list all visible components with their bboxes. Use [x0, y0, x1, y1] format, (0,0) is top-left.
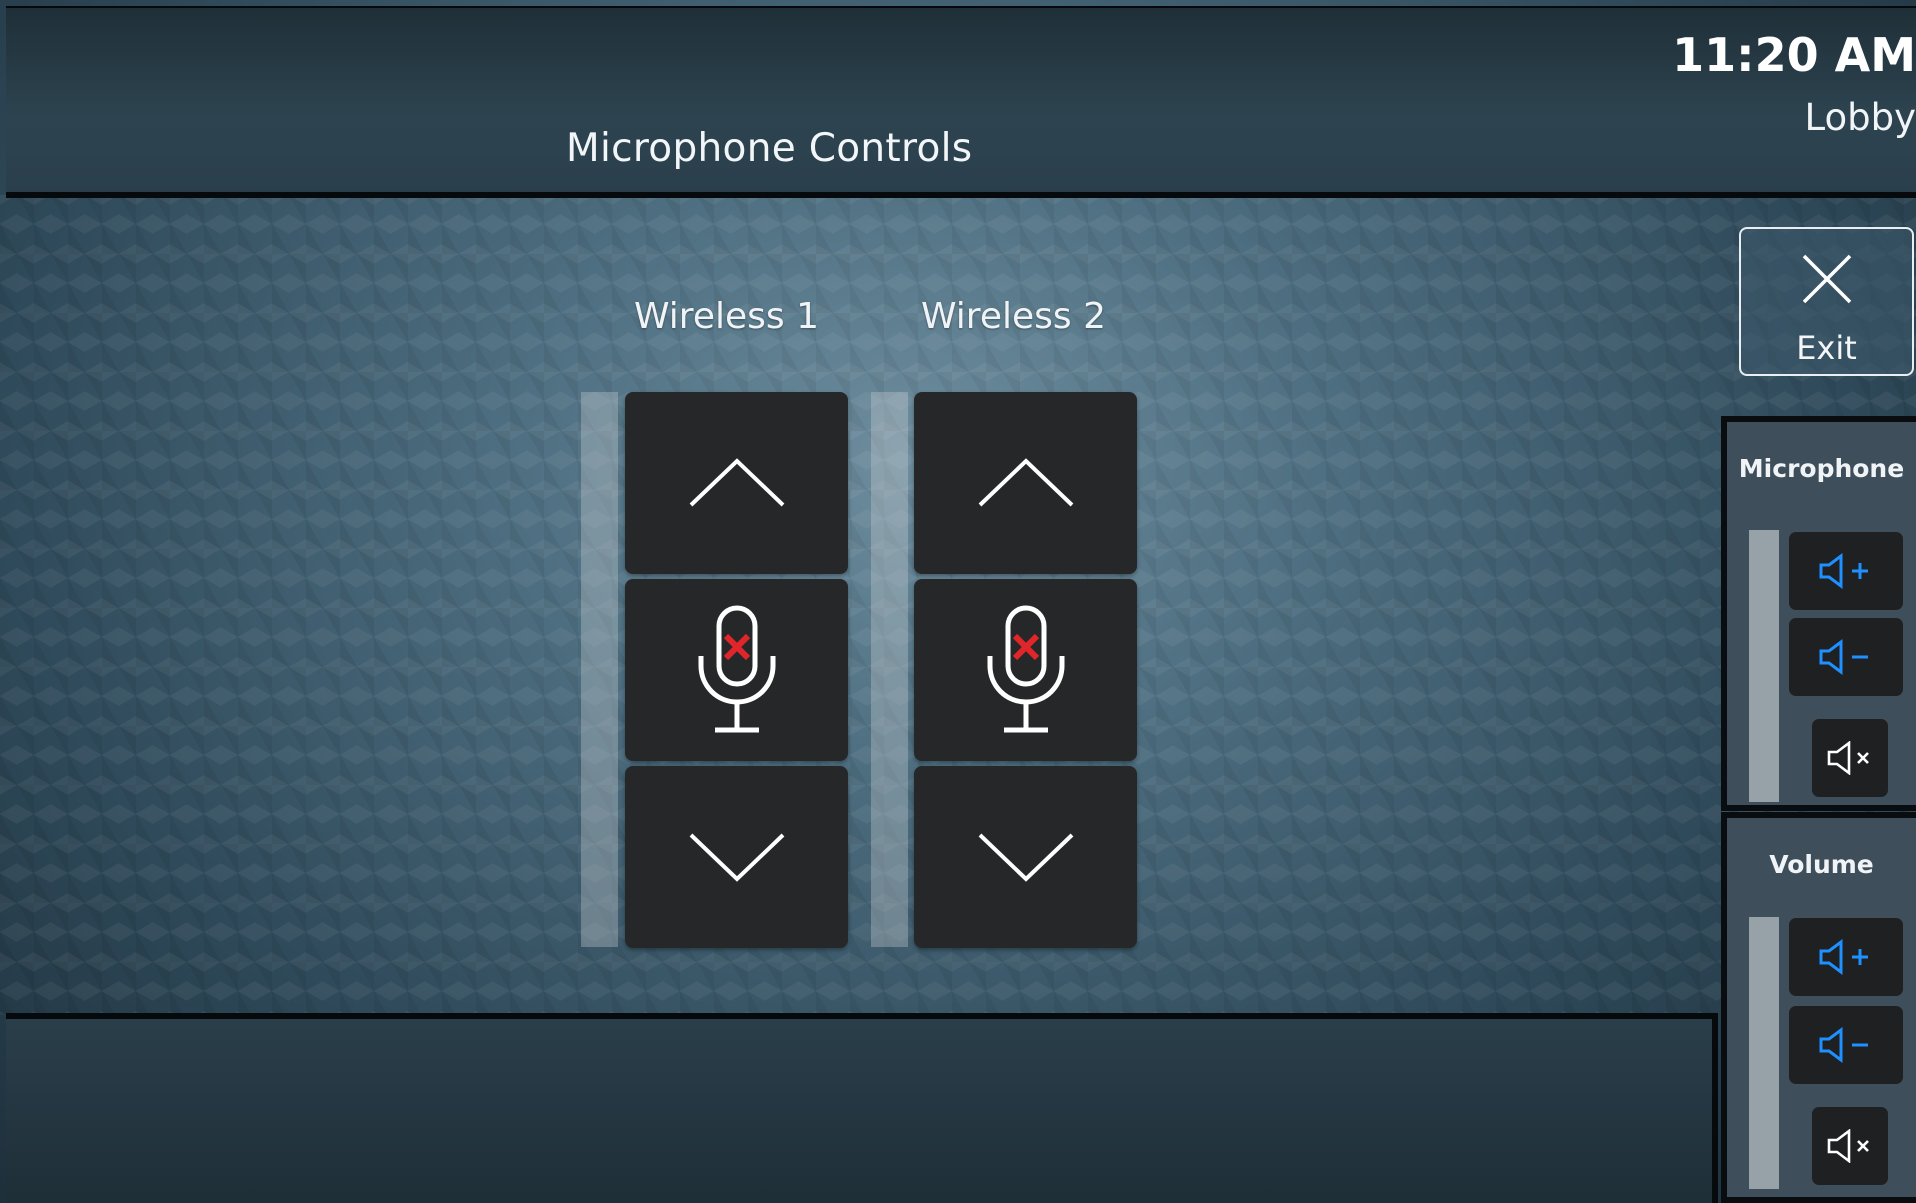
- chevron-up-icon: [978, 458, 1073, 507]
- wireless-1-volume-down-button[interactable]: [625, 766, 848, 948]
- level-meter-wireless-2: [871, 392, 908, 947]
- microphone-mute-button[interactable]: [1812, 719, 1888, 797]
- page-title: Microphone Controls: [566, 126, 973, 171]
- room-name: Lobby: [1804, 96, 1916, 139]
- exit-label: Exit: [1796, 329, 1857, 367]
- microphone-panel-title: Microphone: [1738, 454, 1905, 483]
- chevron-up-icon: [689, 458, 784, 507]
- speaker-mute-icon: [1827, 1129, 1869, 1163]
- wireless-2-mute-button[interactable]: [914, 579, 1137, 761]
- channel-label-wireless-1: Wireless 1: [634, 296, 819, 337]
- speaker-plus-icon: [1819, 939, 1868, 975]
- footer-bar: [6, 1013, 1718, 1203]
- touch-panel-screen: Microphone Controls 11:20 AM Lobby Wirel…: [0, 0, 1916, 1203]
- volume-down-button[interactable]: [1789, 1006, 1903, 1084]
- volume-panel-title: Volume: [1769, 850, 1874, 879]
- clock: 11:20 AM: [1672, 28, 1916, 82]
- speaker-mute-icon: [1827, 741, 1869, 775]
- channel-label-wireless-2: Wireless 2: [921, 296, 1106, 337]
- microphone-volume-down-button[interactable]: [1789, 618, 1903, 696]
- wireless-2-volume-up-button[interactable]: [914, 392, 1137, 574]
- header-bar: Microphone Controls 11:20 AM Lobby: [6, 6, 1916, 198]
- volume-mute-button[interactable]: [1812, 1107, 1888, 1185]
- speaker-minus-icon: [1819, 639, 1868, 675]
- wireless-1-mute-button[interactable]: [625, 579, 848, 761]
- microphone-muted-icon: [987, 605, 1064, 733]
- wireless-2-volume-down-button[interactable]: [914, 766, 1137, 948]
- volume-level-meter: [1749, 917, 1779, 1189]
- speaker-minus-icon: [1819, 1027, 1868, 1063]
- chevron-down-icon: [978, 833, 1073, 882]
- microphone-muted-icon: [698, 605, 775, 733]
- speaker-plus-icon: [1819, 553, 1868, 589]
- volume-panel: Volume: [1721, 812, 1916, 1203]
- microphone-panel: Microphone: [1721, 416, 1916, 811]
- volume-up-button[interactable]: [1789, 918, 1903, 996]
- level-meter-wireless-1: [581, 392, 618, 947]
- exit-button[interactable]: Exit: [1739, 227, 1914, 376]
- wireless-1-volume-up-button[interactable]: [625, 392, 848, 574]
- close-icon: [1802, 254, 1852, 304]
- microphone-level-meter: [1749, 530, 1779, 802]
- microphone-volume-up-button[interactable]: [1789, 532, 1903, 610]
- chevron-down-icon: [689, 833, 784, 882]
